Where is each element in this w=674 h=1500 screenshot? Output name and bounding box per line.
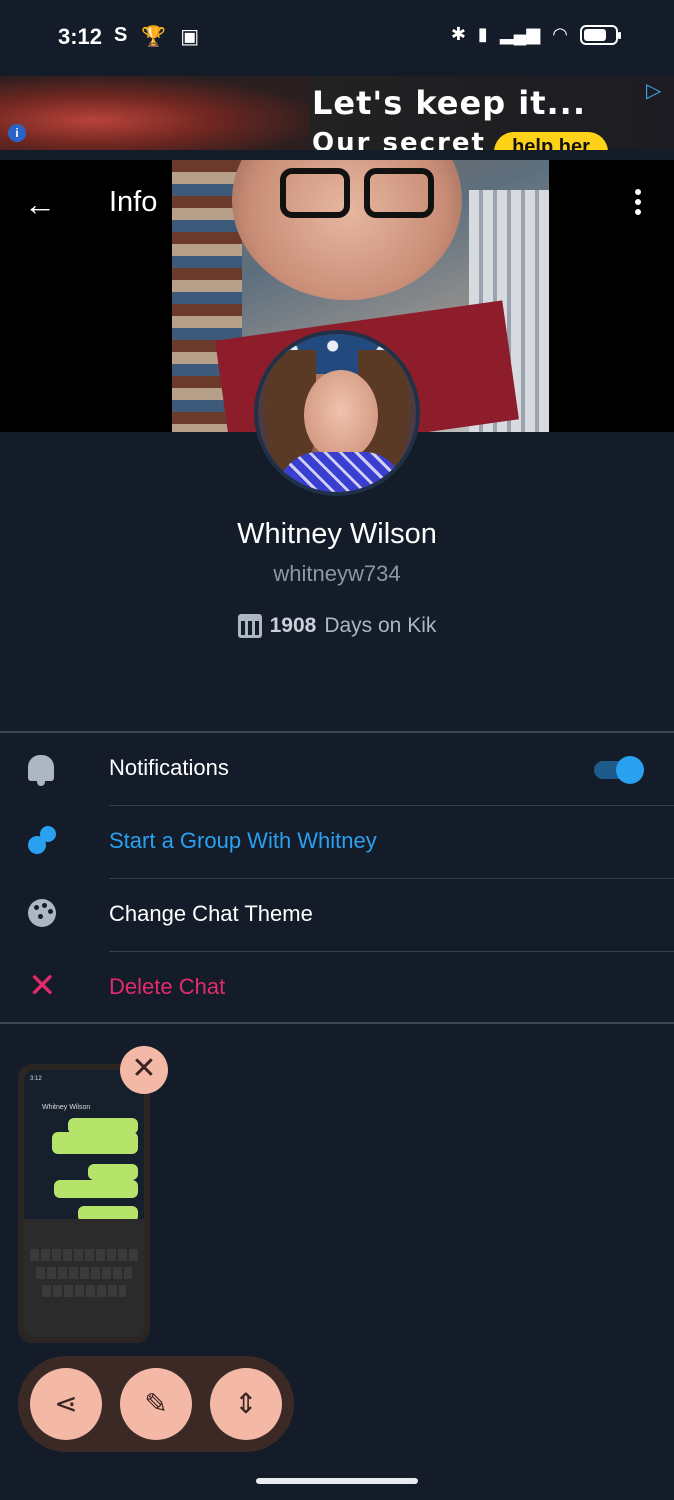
close-icon: ✕	[28, 967, 57, 1005]
battery-icon	[580, 24, 621, 45]
screenshot-preview[interactable]: 3:12 Whitney Wilson	[18, 1064, 150, 1343]
start-group-row[interactable]: Start a Group With Whitney	[0, 806, 674, 879]
twitch-icon: ▣	[180, 26, 200, 48]
ad-headline: Let's keep it...	[312, 84, 586, 122]
trophy-icon: 🏆	[141, 26, 167, 48]
avatar[interactable]	[254, 330, 420, 496]
bell-icon	[28, 753, 58, 786]
profile-username: whitneyw734	[273, 561, 401, 586]
more-options-button[interactable]	[626, 186, 650, 222]
status-bar: 3:12 S 🏆 ▣ ✱ ▮ ▂▄▆ ◠	[0, 0, 674, 76]
start-group-label: Start a Group With Whitney	[109, 828, 377, 853]
ad-cta-button[interactable]: help her	[494, 132, 608, 150]
ad-banner[interactable]: i Let's keep it... Our secret help her ▷	[0, 76, 674, 150]
share-button[interactable]: ⋖	[30, 1368, 102, 1440]
cover-glasses-left	[280, 168, 350, 218]
more-vertical-icon	[635, 189, 641, 195]
menu-bottom-divider	[0, 1022, 674, 1024]
change-theme-row[interactable]: Change Chat Theme	[0, 879, 674, 952]
share-icon: ⋖	[54, 1388, 78, 1419]
banner-divider	[0, 150, 674, 160]
notifications-row[interactable]: Notifications	[0, 733, 674, 806]
s-app-icon: S	[114, 24, 128, 46]
edit-button[interactable]: ✎	[120, 1368, 192, 1440]
ad-subline: Our secret	[312, 128, 486, 150]
close-icon: ✕	[131, 1052, 157, 1085]
bluetooth-icon: ✱	[450, 24, 466, 44]
pencil-icon: ✎	[144, 1388, 168, 1419]
arrow-left-icon: ←	[24, 186, 56, 222]
status-left-icons: S 🏆 ▣	[114, 24, 199, 49]
notifications-label: Notifications	[109, 755, 229, 780]
vibrate-icon: ▮	[477, 24, 488, 44]
change-theme-label: Change Chat Theme	[109, 901, 313, 926]
palette-icon	[28, 899, 58, 929]
notifications-toggle[interactable]	[594, 755, 644, 784]
delete-chat-label: Delete Chat	[109, 974, 226, 999]
group-icon	[28, 826, 58, 856]
wifi-icon: ◠	[552, 24, 568, 44]
dismiss-preview-button[interactable]: ✕	[120, 1046, 168, 1094]
chevron-updown-icon: ⇕	[234, 1388, 258, 1419]
days-suffix: Days on Kik	[324, 614, 437, 637]
cover-glasses-right	[364, 168, 434, 218]
preview-chat-title: Whitney Wilson	[42, 1104, 91, 1111]
status-right-icons: ✱ ▮ ▂▄▆ ◠	[450, 24, 621, 45]
days-on-kik: 1908 Days on Kik	[0, 614, 674, 638]
calendar-icon	[237, 614, 262, 638]
ad-info-icon[interactable]: i	[8, 124, 26, 142]
expand-button[interactable]: ⇕	[210, 1368, 282, 1440]
adchoices-icon[interactable]: ▷	[646, 78, 668, 102]
days-count: 1908	[269, 614, 317, 637]
back-button[interactable]: ←	[24, 186, 60, 222]
home-indicator[interactable]	[256, 1478, 418, 1484]
signal-icon: ▂▄▆	[499, 24, 541, 44]
ad-image	[0, 76, 310, 150]
profile-name: Whitney Wilson	[237, 518, 437, 550]
delete-chat-row[interactable]: ✕ Delete Chat	[0, 952, 674, 1025]
page-title: Info	[109, 186, 158, 218]
status-time: 3:12	[58, 24, 103, 49]
